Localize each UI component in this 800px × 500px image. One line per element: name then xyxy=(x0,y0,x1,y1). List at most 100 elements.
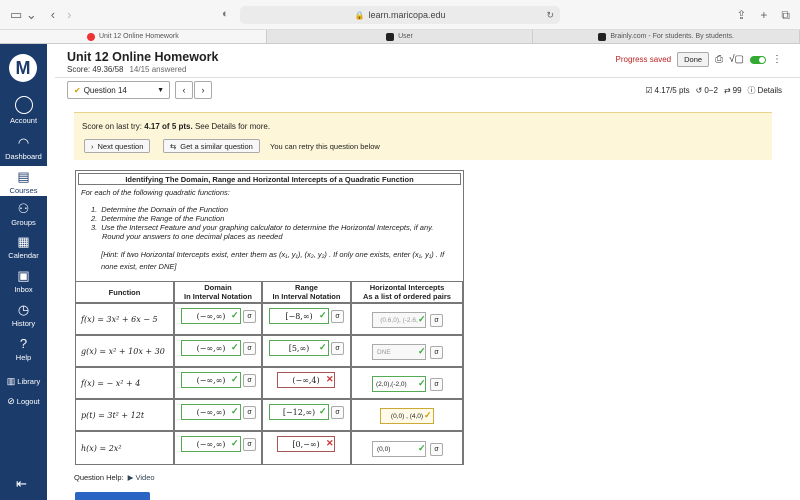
intercepts-cell: DNE ✓ σ xyxy=(351,335,463,367)
math-mode-toggle[interactable] xyxy=(750,55,766,64)
details-link[interactable]: ⓘ Details xyxy=(748,85,782,96)
math-mode-icon[interactable]: √▢ xyxy=(729,54,744,65)
tab-user[interactable]: User xyxy=(267,30,534,43)
math-preview-icon[interactable]: σ xyxy=(243,406,256,419)
nav-logout[interactable]: ⊘ Logout xyxy=(0,394,47,408)
math-preview-icon[interactable]: σ xyxy=(331,310,344,323)
math-preview-icon[interactable]: σ xyxy=(243,438,256,451)
list-item: Round your answers to one decimal places… xyxy=(91,232,433,241)
step-text: Use the Intersect Feature and your graph… xyxy=(101,223,434,232)
share-icon[interactable]: ⇪ xyxy=(736,8,746,23)
header-domain: Domain In Interval Notation xyxy=(174,281,262,303)
math-preview-icon[interactable]: σ xyxy=(243,310,256,323)
points-text: 4.17/5 pts xyxy=(654,86,690,95)
tab-label: Unit 12 Online Homework xyxy=(98,33,179,40)
repeat-icon: ⇄ xyxy=(723,86,731,95)
submit-button[interactable] xyxy=(75,492,150,500)
points-stat: ☑ 4.17/5 pts xyxy=(645,85,689,96)
brainly-tab-icon xyxy=(386,32,395,41)
nav-history[interactable]: ◷ History xyxy=(0,303,47,329)
last-try-suffix: See Details for more. xyxy=(192,122,271,131)
inbox-icon: ▣ xyxy=(17,268,30,283)
done-button[interactable]: Done xyxy=(677,52,710,67)
maricopa-logo[interactable]: M xyxy=(9,54,37,82)
header-range: Range In Interval Notation xyxy=(262,281,351,303)
nav-calendar[interactable]: ▦ Calendar xyxy=(0,234,47,261)
domain-cell: (−∞,∞) ✓ σ xyxy=(174,335,262,367)
logo-text: M xyxy=(15,57,31,78)
next-question-arrow-button[interactable]: › xyxy=(194,81,212,99)
correct-check-icon: ✓ xyxy=(418,443,426,453)
nav-groups[interactable]: ⚇ Groups xyxy=(0,202,47,228)
math-preview-icon[interactable]: σ xyxy=(243,342,256,355)
math-preview-icon[interactable]: σ xyxy=(243,374,256,387)
header-divider xyxy=(55,77,800,78)
global-nav: M Account ◠ Dashboard ▤ Courses ⚇ Groups ▦ C… xyxy=(0,44,47,500)
attempts-text: 99 xyxy=(732,86,742,95)
video-label: Video xyxy=(135,473,155,482)
progress-saved-status: Progress saved xyxy=(615,55,672,64)
header-intercepts: Horizontal Intercepts As a list of order… xyxy=(351,281,463,303)
tab-overview-icon[interactable]: ⧉ xyxy=(781,8,790,23)
retries-stat: ↺ 0−2 xyxy=(696,85,718,96)
tab-brainly[interactable]: Brainly.com - For students. By students. xyxy=(533,30,800,43)
correct-check-icon: ✓ xyxy=(319,310,327,320)
nav-inbox[interactable]: ▣ Inbox xyxy=(0,268,47,295)
checkbox-icon: ☑ xyxy=(645,86,653,95)
intercepts-cell: (0,0) ✓ σ xyxy=(351,431,463,465)
tab-homework[interactable]: Unit 12 Online Homework xyxy=(0,30,267,43)
caret-down-icon: ▼ xyxy=(157,86,164,94)
problem-steps: 1. Determine the Domain of the Function 2… xyxy=(91,205,433,241)
prev-question-button[interactable]: ‹ xyxy=(175,81,193,99)
score-text: Score: 49.36/58 xyxy=(67,65,124,74)
header-function: Function xyxy=(75,281,174,303)
nav-account[interactable]: Account xyxy=(0,96,47,125)
similar-question-button[interactable]: ⇆ Get a similar question xyxy=(163,139,260,153)
print-icon[interactable]: ⎙ xyxy=(715,54,723,65)
math-preview-icon[interactable]: σ xyxy=(430,314,443,327)
math-preview-icon[interactable]: σ xyxy=(430,378,443,391)
forward-icon[interactable]: › xyxy=(67,7,71,22)
back-icon[interactable]: ‹ xyxy=(51,7,55,22)
last-try-score: Score on last try: 4.17 of 5 pts. See De… xyxy=(82,122,270,131)
math-preview-icon[interactable]: σ xyxy=(331,406,344,419)
correct-check-icon: ✓ xyxy=(231,438,239,448)
help-label: Question Help: xyxy=(74,473,124,482)
question-stats: ☑ 4.17/5 pts ↺ 0−2 ⇄ 99 ⓘ Details xyxy=(645,85,782,96)
new-tab-icon[interactable]: + xyxy=(760,8,767,23)
brainly-tab-icon xyxy=(598,32,607,41)
nav-label: Logout xyxy=(16,396,40,406)
next-question-button[interactable]: › Next question xyxy=(84,139,151,153)
courses-icon: ▤ xyxy=(17,169,30,184)
math-preview-icon[interactable]: σ xyxy=(331,342,344,355)
shield-icon[interactable]: ◐ xyxy=(222,8,229,20)
range-cell: (−∞,4) ✕ xyxy=(262,367,351,399)
logout-icon: ⊘ xyxy=(7,396,15,406)
url-bar[interactable]: 🔒 learn.maricopa.edu ↻ xyxy=(240,6,560,24)
math-preview-icon[interactable]: σ xyxy=(430,443,443,456)
video-link[interactable]: ▶ Video xyxy=(128,473,155,482)
reload-icon[interactable]: ↻ xyxy=(546,10,554,21)
collapse-nav-icon[interactable]: ⇤ xyxy=(16,476,27,492)
tab-strip: Unit 12 Online Homework User Brainly.com… xyxy=(0,30,800,44)
tab-label: Brainly.com - For students. By students. xyxy=(610,33,734,40)
correct-check-icon: ✓ xyxy=(319,406,327,416)
more-options-icon[interactable]: ⋮ xyxy=(772,54,782,65)
browser-toolbar: ▭ ⌄ ‹ › ◐ 🔒 learn.maricopa.edu ↻ ⇪ + ⧉ xyxy=(0,0,800,30)
range-cell: [−8,∞) ✓ σ xyxy=(262,303,351,335)
sidebar-toggle-icon[interactable]: ▭ ⌄ xyxy=(10,7,37,23)
nav-label: Account xyxy=(9,116,38,125)
header-actions: Progress saved Done ⎙ √▢ ⋮ xyxy=(616,52,782,67)
nav-courses[interactable]: ▤ Courses xyxy=(0,166,47,196)
question-select[interactable]: ✔ Question 14 ▼ xyxy=(67,81,170,99)
function-cell: p(t) = 3t² + 12t xyxy=(75,399,174,431)
calendar-icon: ▦ xyxy=(17,234,30,249)
intercepts-cell: (0.6,0), (-2.6, ✓ σ xyxy=(351,303,463,335)
correct-check-icon: ✓ xyxy=(418,378,426,388)
nav-library[interactable]: ▥ Library xyxy=(0,374,47,388)
nav-label: Dashboard xyxy=(5,152,42,161)
similar-question-label: Get a similar question xyxy=(180,141,253,151)
nav-help[interactable]: ? Help xyxy=(0,337,47,363)
nav-dashboard[interactable]: ◠ Dashboard xyxy=(0,136,47,162)
math-preview-icon[interactable]: σ xyxy=(430,346,443,359)
